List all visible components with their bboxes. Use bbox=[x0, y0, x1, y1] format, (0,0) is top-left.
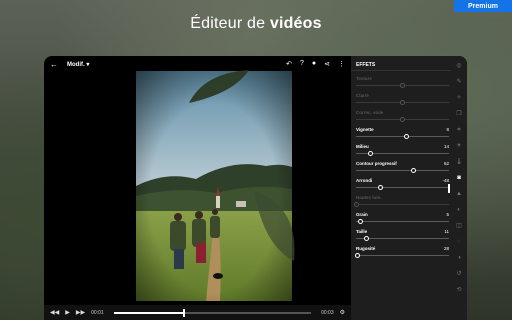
effect-slider-row[interactable]: Arrondi -48 bbox=[356, 178, 449, 194]
effect-slider-row[interactable]: Contour progressif 62 bbox=[356, 161, 449, 177]
effects-panel: EFFETS Texture Clarté Correc. voile Vignett… bbox=[351, 56, 467, 320]
undo-icon[interactable]: ↶ bbox=[286, 60, 292, 68]
timeline-progress bbox=[113, 311, 183, 314]
effect-slider-track[interactable] bbox=[356, 255, 449, 256]
skip-back-icon[interactable]: ◀◀ bbox=[50, 309, 59, 316]
end-time: 00:03 bbox=[321, 309, 334, 316]
effect-slider-knob[interactable] bbox=[411, 168, 417, 173]
effect-slider-row[interactable]: Rugosité 28 bbox=[355, 246, 449, 262]
headline-part2: vidéos bbox=[269, 15, 322, 32]
effect-slider-label: Texture bbox=[356, 76, 372, 81]
reset-icon[interactable]: ⟲ bbox=[455, 286, 463, 294]
effect-slider-value: -48 bbox=[442, 178, 449, 183]
effect-slider-row[interactable]: Texture bbox=[356, 76, 449, 92]
effect-slider-label: Rugosité bbox=[356, 246, 376, 251]
effect-slider-label: Grain bbox=[356, 212, 368, 217]
headline-part1: Éditeur de bbox=[190, 15, 270, 32]
effect-slider-knob[interactable] bbox=[400, 100, 405, 105]
panel-divider bbox=[351, 70, 451, 71]
foreground-leaf-right bbox=[254, 191, 295, 261]
effect-slider-row[interactable]: Taille 11 bbox=[356, 229, 449, 245]
healing-icon[interactable]: ✧ bbox=[455, 94, 463, 102]
playback-bar: ◀◀ ▶ ▶▶ 00:01 00:03 ⚙ bbox=[44, 305, 351, 320]
geometry-icon[interactable]: ◫ bbox=[455, 222, 463, 230]
detail-icon[interactable]: ▲ bbox=[455, 190, 463, 198]
presets-icon[interactable]: ❐ bbox=[455, 110, 463, 118]
versions-icon[interactable]: ◌ bbox=[455, 238, 463, 246]
compare-icon[interactable]: ◑ bbox=[455, 254, 463, 262]
effect-slider-label: Milieu bbox=[356, 144, 369, 149]
tablet-screen: ← Modif. ▾ ↶ ? ● ⋖ ⋮ ◀◀ ▶ ▶▶ 00:01 00:03… bbox=[44, 56, 467, 320]
panel-title: EFFETS bbox=[356, 62, 376, 68]
effect-slider-track[interactable] bbox=[356, 187, 449, 188]
effect-slider-value: 28 bbox=[443, 246, 449, 251]
effect-slider-track[interactable] bbox=[356, 204, 449, 205]
timeline-playhead[interactable] bbox=[182, 308, 185, 317]
effect-slider-knob[interactable] bbox=[363, 236, 369, 241]
effect-slider-knob[interactable] bbox=[400, 83, 405, 88]
effect-slider-track[interactable] bbox=[356, 221, 449, 222]
effect-slider-row[interactable]: Grain 5 bbox=[356, 212, 449, 228]
effect-slider-knob[interactable] bbox=[355, 253, 361, 258]
effect-slider-track[interactable] bbox=[356, 238, 449, 239]
info-icon[interactable]: ● bbox=[312, 60, 316, 68]
effect-slider-label: Contour progressif bbox=[356, 161, 397, 166]
toolbar-icons: ↶ ? ● ⋖ ⋮ bbox=[286, 60, 345, 68]
effect-slider-row[interactable]: Clarté bbox=[356, 93, 449, 109]
skip-forward-icon[interactable]: ▶▶ bbox=[76, 309, 85, 316]
effect-slider-value: 62 bbox=[443, 161, 449, 166]
current-time: 00:01 bbox=[91, 309, 104, 316]
effect-slider-value: 8 bbox=[446, 127, 449, 132]
play-icon[interactable]: ▶ bbox=[65, 309, 70, 316]
more-icon[interactable]: ⋮ bbox=[338, 60, 345, 68]
effect-slider-label: Arrondi bbox=[356, 178, 373, 183]
tool-icon-bar: ◎ ✎ ✧ ❐ ⌗ ☀ 🌡 ◙ ▲ ◐ ◫ ◌ ◑ ↺ ⟲ bbox=[451, 62, 467, 312]
effect-slider-label: Hautes lum. bbox=[356, 195, 382, 200]
crop-icon[interactable]: ⌗ bbox=[455, 126, 463, 134]
history-icon[interactable]: ↺ bbox=[455, 270, 463, 278]
effect-slider-value: 14 bbox=[443, 144, 449, 149]
effect-slider-knob[interactable] bbox=[403, 134, 409, 139]
effect-slider-track[interactable] bbox=[356, 136, 449, 137]
optics-icon[interactable]: ◐ bbox=[455, 206, 463, 214]
effect-slider-row[interactable]: Milieu 14 bbox=[356, 144, 449, 160]
effect-slider-label: Clarté bbox=[356, 93, 369, 98]
effect-slider-knob[interactable] bbox=[400, 117, 405, 122]
effect-slider-value: 5 bbox=[446, 212, 449, 217]
foreground-leaf-top bbox=[189, 70, 249, 103]
effect-slider-knob[interactable] bbox=[368, 151, 374, 156]
brush-icon[interactable]: ✎ bbox=[455, 78, 463, 86]
color-icon[interactable]: 🌡 bbox=[455, 158, 463, 166]
effect-slider-knob[interactable] bbox=[358, 219, 364, 224]
effect-slider-row[interactable]: Vignette 8 bbox=[356, 127, 449, 143]
settings-gear-icon[interactable]: ⚙ bbox=[340, 309, 345, 316]
help-icon[interactable]: ? bbox=[300, 60, 304, 68]
effect-slider-value: 11 bbox=[444, 229, 449, 234]
timeline-scrubber[interactable] bbox=[113, 308, 312, 317]
headline: Éditeur de vidéos bbox=[0, 15, 512, 33]
effect-slider-label: Correc. voile bbox=[356, 110, 384, 115]
share-icon[interactable]: ⋖ bbox=[324, 60, 330, 68]
effect-slider-track[interactable] bbox=[356, 170, 449, 171]
effect-slider-row[interactable]: Correc. voile bbox=[356, 110, 449, 126]
light-icon[interactable]: ☀ bbox=[455, 142, 463, 150]
edit-mode-dropdown[interactable]: Modif. ▾ bbox=[67, 61, 89, 68]
effect-slider-row[interactable]: Hautes lum. bbox=[353, 195, 449, 211]
premium-badge[interactable]: Premium bbox=[454, 0, 512, 12]
profile-icon[interactable]: ◎ bbox=[455, 62, 463, 70]
active-tool-indicator bbox=[448, 184, 450, 193]
effect-slider-knob[interactable] bbox=[353, 202, 359, 207]
back-arrow-icon[interactable]: ← bbox=[50, 60, 60, 69]
effects-icon[interactable]: ◙ bbox=[455, 174, 463, 182]
effect-slider-label: Vignette bbox=[356, 127, 374, 132]
effect-slider-label: Taille bbox=[356, 229, 368, 234]
effect-slider-knob[interactable] bbox=[377, 185, 383, 190]
